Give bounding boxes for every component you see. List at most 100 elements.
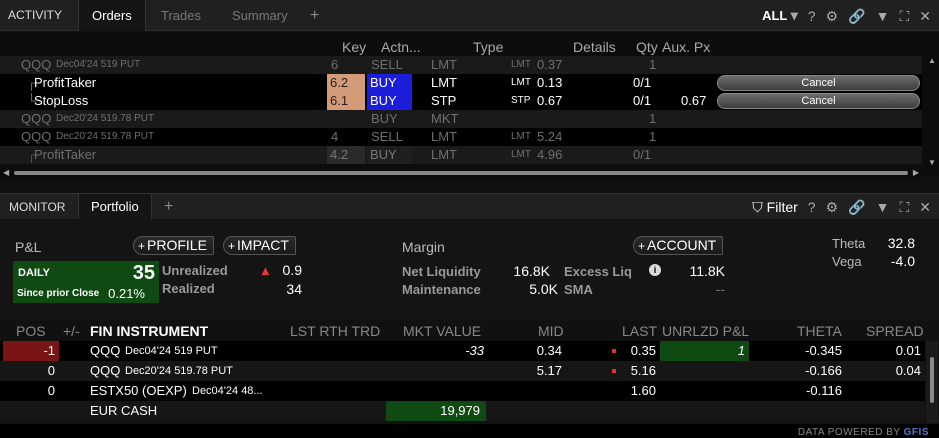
activity-tabbar: ACTIVITY Orders Trades Summary + ALL ▾ ?… bbox=[0, 0, 939, 31]
chevron-down-icon[interactable]: ▼ bbox=[876, 9, 890, 23]
order-contract: Dec20'24 519.78 PUT bbox=[56, 113, 155, 124]
order-type-prefix: LMT bbox=[511, 131, 531, 142]
order-qty: 0/1 bbox=[633, 75, 652, 90]
order-type: LMT bbox=[431, 57, 457, 72]
orders-horizontal-scrollbar[interactable]: ◀ ▶ bbox=[0, 167, 922, 179]
tab-summary[interactable]: Summary bbox=[232, 0, 288, 31]
tab-orders[interactable]: Orders bbox=[78, 0, 146, 31]
position-contract: Dec04'24 48... bbox=[192, 385, 263, 397]
footer-text: DATA POWERED BY GFIS bbox=[798, 427, 929, 438]
position-mid: 0.34 bbox=[536, 343, 562, 358]
impact-button[interactable]: + IMPACT bbox=[223, 236, 296, 255]
filter-button[interactable]: ⛉ Filter bbox=[752, 199, 798, 215]
order-symbol: ProfitTaker bbox=[34, 147, 97, 162]
since-prior-close-label: Since prior Close bbox=[17, 288, 100, 299]
col-last[interactable]: LAST bbox=[622, 323, 657, 339]
order-row[interactable]: QQQ Dec20'24 519.78 PUT BUY MKT 1 bbox=[0, 110, 922, 128]
link-icon[interactable]: 🔗 bbox=[848, 200, 865, 214]
cancel-button[interactable]: Cancel bbox=[717, 75, 920, 91]
maximize-icon[interactable]: ⛶ bbox=[899, 200, 909, 214]
col-mid[interactable]: MID bbox=[538, 323, 564, 339]
col-pos[interactable]: POS bbox=[16, 323, 46, 339]
realized-value: 34 bbox=[286, 281, 302, 297]
scroll-thumb[interactable] bbox=[930, 357, 934, 403]
sma-label: SMA bbox=[564, 282, 593, 297]
daily-value: 35 bbox=[132, 262, 155, 284]
position-last: 5.16 bbox=[630, 363, 656, 378]
net-liquidity-value: 16.8K bbox=[513, 263, 550, 279]
portfolio-grid-header: POS +/- FIN INSTRUMENT LST RTH TRD MKT V… bbox=[0, 323, 939, 341]
position-row[interactable]: 0 QQQ Dec20'24 519.78 PUT 5.17 5.16 -0.1… bbox=[0, 361, 925, 381]
monitor-window-controls: ⛉ Filter ? ⚙ 🔗 ▼ ⛶ ✕ bbox=[752, 194, 931, 220]
theta-label: Theta bbox=[832, 236, 866, 251]
pnl-title: P&L bbox=[15, 239, 42, 255]
position-symbol: QQQ bbox=[90, 343, 121, 358]
col-spread[interactable]: SPREAD bbox=[866, 323, 924, 339]
order-key: 4.2 bbox=[327, 146, 365, 164]
filter-label: Filter bbox=[766, 199, 798, 215]
tab-portfolio[interactable]: Portfolio bbox=[78, 194, 152, 220]
order-row[interactable]: └ StopLoss 6.1 BUY STP STP 0.67 0/1 0.67… bbox=[0, 92, 922, 110]
account-button[interactable]: + ACCOUNT bbox=[633, 236, 724, 255]
since-prior-close-value: 0.21% bbox=[108, 286, 145, 301]
profile-button[interactable]: + PROFILE bbox=[133, 236, 214, 255]
help-icon[interactable]: ? bbox=[808, 9, 816, 23]
col-type[interactable]: Type bbox=[473, 39, 503, 55]
scroll-up-icon[interactable]: ▲ bbox=[928, 56, 936, 65]
scroll-thumb[interactable] bbox=[14, 171, 908, 175]
scroll-left-icon[interactable]: ◀ bbox=[3, 168, 9, 177]
order-action: BUY bbox=[367, 146, 412, 164]
tab-trades[interactable]: Trades bbox=[161, 0, 201, 31]
excess-liq-value: 11.8K bbox=[689, 263, 725, 279]
close-icon[interactable]: ✕ bbox=[919, 200, 931, 214]
col-aux[interactable]: Aux. Px bbox=[662, 39, 710, 55]
orders-vertical-scrollbar[interactable]: ▲ ▼ bbox=[925, 32, 939, 174]
warning-icon: ▲ bbox=[259, 263, 272, 278]
position-symbol: EUR CASH bbox=[90, 403, 158, 418]
gear-icon[interactable]: ⚙ bbox=[826, 200, 839, 214]
margin-title: Margin bbox=[402, 239, 445, 255]
order-row[interactable]: QQQ Dec20'24 519.78 PUT 4 SELL LMT LMT 5… bbox=[0, 128, 922, 146]
portfolio-vertical-scrollbar[interactable] bbox=[926, 341, 938, 423]
link-icon[interactable]: 🔗 bbox=[848, 9, 865, 23]
order-row[interactable]: ┌ ProfitTaker 6.2 BUY LMT LMT 0.13 0/1 C… bbox=[0, 74, 922, 92]
filter-all-dropdown[interactable]: ALL ▾ bbox=[762, 8, 798, 23]
col-plusminus[interactable]: +/- bbox=[63, 323, 80, 339]
position-qty: -1 bbox=[3, 341, 59, 361]
cancel-button[interactable]: Cancel bbox=[717, 93, 920, 109]
add-tab-button[interactable]: + bbox=[164, 194, 173, 220]
order-key: 4 bbox=[331, 129, 339, 144]
scroll-down-icon[interactable]: ▼ bbox=[928, 158, 936, 167]
position-row[interactable]: EUR CASH 19,979 bbox=[0, 401, 925, 421]
plus-icon: + bbox=[638, 239, 646, 253]
col-unrealized-pnl[interactable]: UNRLZD P&L bbox=[662, 323, 749, 339]
help-icon[interactable]: ? bbox=[808, 200, 816, 214]
monitor-tabbar: MONITOR Portfolio + ⛉ Filter ? ⚙ 🔗 ▼ ⛶ ✕ bbox=[0, 193, 939, 220]
col-details[interactable]: Details bbox=[573, 39, 616, 55]
maximize-icon[interactable]: ⛶ bbox=[899, 9, 909, 23]
col-last-rth[interactable]: LST RTH TRD bbox=[290, 323, 380, 339]
close-icon[interactable]: ✕ bbox=[919, 9, 931, 23]
order-row[interactable]: QQQ Dec04'24 519 PUT 6 SELL LMT LMT 0.37… bbox=[0, 56, 922, 74]
col-action[interactable]: Actn... bbox=[381, 39, 421, 55]
chevron-down-icon[interactable]: ▼ bbox=[876, 200, 890, 214]
add-tab-button[interactable]: + bbox=[310, 0, 319, 31]
col-key[interactable]: Key bbox=[342, 39, 366, 55]
sma-value: -- bbox=[715, 281, 725, 297]
info-icon[interactable]: i bbox=[649, 264, 661, 276]
col-theta[interactable]: THETA bbox=[797, 323, 842, 339]
order-type: LMT bbox=[431, 147, 457, 162]
col-market-value[interactable]: MKT VALUE bbox=[403, 323, 481, 339]
position-row[interactable]: 0 ESTX50 (OEXP) Dec04'24 48... 1.60 -0.1… bbox=[0, 381, 925, 401]
position-symbol: ESTX50 (OEXP) bbox=[90, 383, 187, 398]
funnel-icon: ⛉ bbox=[752, 199, 763, 215]
position-row[interactable]: -1 QQQ Dec04'24 519 PUT -33 0.34 0.35 1 … bbox=[0, 341, 925, 361]
activity-section-label: ACTIVITY bbox=[8, 8, 63, 22]
gear-icon[interactable]: ⚙ bbox=[826, 9, 839, 23]
scroll-right-icon[interactable]: ▶ bbox=[913, 168, 919, 177]
order-row[interactable]: ┌ ProfitTaker 4.2 BUY LMT LMT 4.96 0/1 bbox=[0, 146, 922, 164]
col-instrument[interactable]: FIN INSTRUMENT bbox=[90, 323, 208, 339]
order-details: 5.24 bbox=[537, 129, 563, 144]
col-qty[interactable]: Qty bbox=[636, 39, 658, 55]
position-qty bbox=[3, 401, 59, 421]
